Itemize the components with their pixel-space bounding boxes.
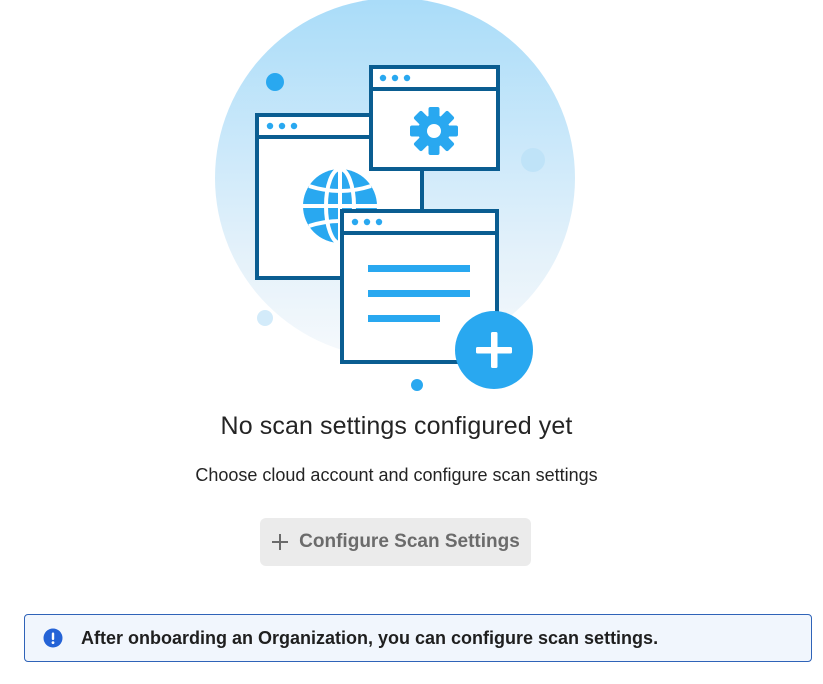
info-message-bar: After onboarding an Organization, you ca… <box>24 614 812 662</box>
empty-state-title: No scan settings configured yet <box>220 412 573 440</box>
configure-scan-settings-button[interactable]: Configure Scan Settings <box>260 518 531 566</box>
gear-icon <box>410 107 458 155</box>
info-icon <box>43 628 63 648</box>
plus-badge-icon <box>455 311 533 389</box>
browser-window-gear-icon <box>369 65 500 171</box>
info-message-text: After onboarding an Organization, you ca… <box>81 627 659 648</box>
empty-state-subtitle: Choose cloud account and configure scan … <box>195 465 598 485</box>
empty-state-page: No scan settings configured yet Choose c… <box>0 0 823 684</box>
decor-dot <box>257 310 273 326</box>
decor-dot <box>266 73 284 91</box>
decor-dot <box>411 379 423 391</box>
configure-button-label: Configure Scan Settings <box>299 531 520 552</box>
plus-icon <box>272 534 289 550</box>
decor-dot <box>521 148 545 172</box>
empty-state-illustration <box>215 0 575 391</box>
